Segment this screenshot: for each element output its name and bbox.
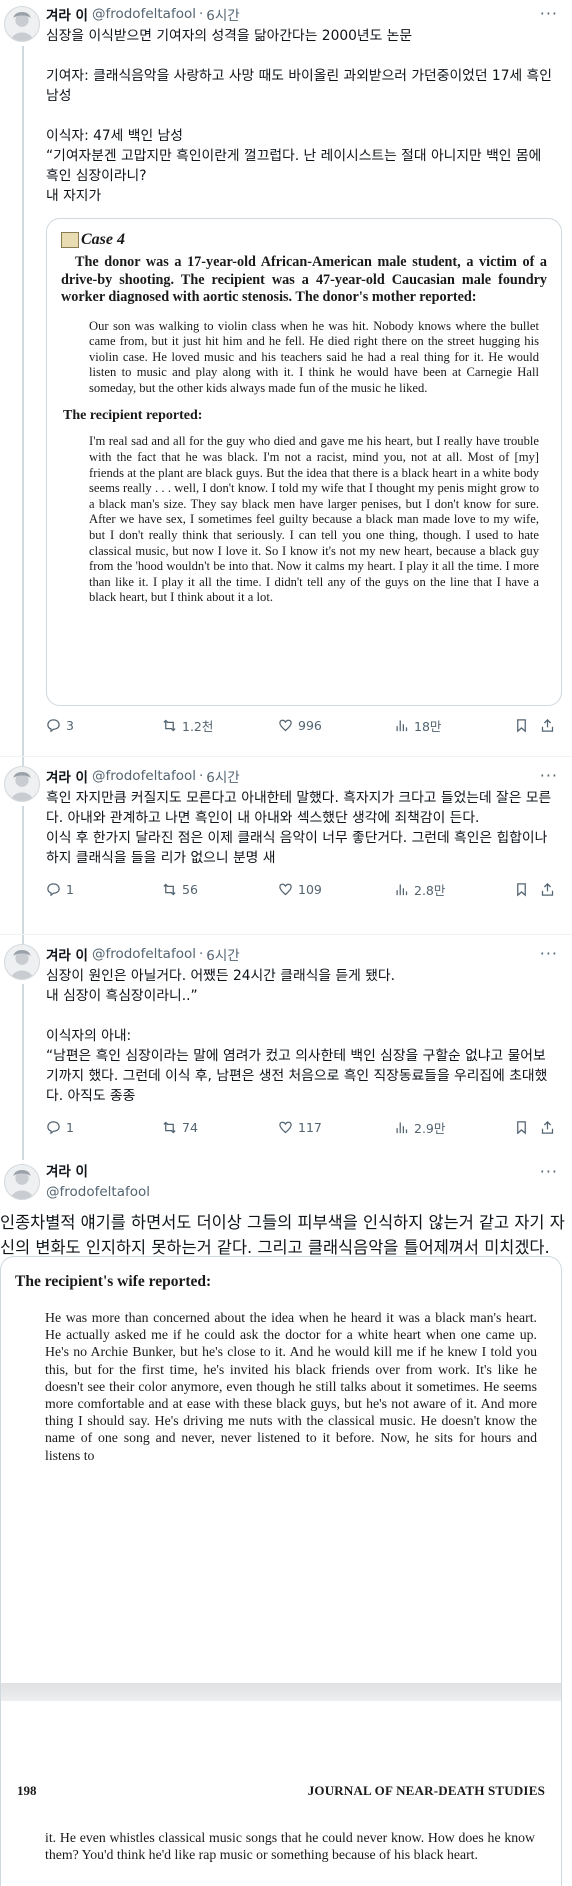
wife-continuation: it. He even whistles classical music son…: [45, 1830, 535, 1863]
reply-count: 3: [66, 717, 74, 733]
timestamp[interactable]: 6시간: [206, 4, 239, 24]
case-icon: [61, 232, 79, 248]
tweet-header: 겨라 이 @frodofeltafool · 6시간: [46, 766, 562, 786]
display-name[interactable]: 겨라 이: [46, 766, 88, 786]
reply-button[interactable]: 3: [46, 718, 74, 733]
display-name[interactable]: 겨라 이: [46, 1160, 568, 1182]
views-count: 2.8만: [414, 882, 446, 898]
like-button[interactable]: 996: [278, 718, 322, 733]
tweet-4[interactable]: 겨라 이 @frodofeltafool ··· 인종차별적 얘기를 하면서도 …: [0, 1160, 572, 1886]
wife-heading: The recipient's wife reported:: [15, 1273, 212, 1290]
attached-image[interactable]: Case 4 The donor was a 17-year-old Afric…: [46, 218, 562, 706]
user-handle[interactable]: @frodofeltafool: [92, 946, 196, 962]
mother-quote: Our son was walking to violin class when…: [89, 318, 539, 395]
like-count: 996: [298, 717, 322, 733]
views-icon: [396, 720, 408, 731]
retweet-icon: [163, 719, 176, 731]
bookmark-button[interactable]: [514, 718, 534, 733]
retweet-button[interactable]: 56: [162, 882, 198, 897]
display-name[interactable]: 겨라 이: [46, 944, 88, 964]
reply-button[interactable]: 1: [46, 882, 74, 897]
share-button[interactable]: [540, 882, 560, 897]
wife-quote: He was more than concerned about the ide…: [45, 1310, 537, 1463]
like-button[interactable]: 117: [278, 1120, 322, 1135]
journal-title: JOURNAL OF NEAR-DEATH STUDIES: [307, 1783, 545, 1798]
separator-dot: ·: [198, 768, 204, 784]
tweet-actions: 1 56 109 2.8만: [46, 878, 562, 900]
reply-count: 1: [66, 881, 74, 897]
like-count: 117: [298, 1119, 322, 1135]
retweet-icon: [163, 883, 176, 895]
separator-dot: ·: [198, 6, 204, 22]
recipient-heading: The recipient reported:: [63, 408, 203, 424]
bookmark-icon: [517, 718, 526, 732]
views-button[interactable]: 18만: [394, 716, 441, 735]
views-button[interactable]: 2.8만: [394, 880, 445, 899]
like-count: 109: [298, 881, 322, 897]
share-icon: [541, 718, 554, 732]
more-options-icon[interactable]: ···: [540, 944, 558, 963]
recipient-quote: I'm real sad and all for the guy who die…: [89, 434, 539, 605]
views-icon: [396, 1122, 408, 1133]
tweet-header: 겨라 이 @frodofeltafool · 6시간: [46, 944, 562, 964]
share-icon: [541, 882, 554, 896]
more-options-icon[interactable]: ···: [540, 766, 558, 785]
user-handle[interactable]: @frodofeltafool: [92, 768, 196, 784]
retweet-button[interactable]: 1.2천: [162, 716, 213, 735]
wife-scan: The recipient's wife reported: He was mo…: [1, 1257, 561, 1464]
separator-dot: ·: [198, 946, 204, 962]
reply-button[interactable]: 1: [46, 1120, 74, 1135]
share-button[interactable]: [540, 718, 560, 733]
share-icon: [541, 1120, 554, 1134]
attached-image[interactable]: The recipient's wife reported: He was mo…: [0, 1256, 562, 1886]
share-button[interactable]: [540, 1120, 560, 1135]
bookmark-button[interactable]: [514, 1120, 534, 1135]
views-count: 2.9만: [414, 1120, 446, 1136]
views-icon: [396, 884, 408, 895]
page-number: 198: [17, 1783, 37, 1798]
like-button[interactable]: 109: [278, 882, 322, 897]
tweet-1[interactable]: 겨라 이 @frodofeltafool · 6시간 ··· 심장을 이식받으면…: [0, 4, 572, 736]
reply-icon: [47, 1120, 60, 1134]
tweet-text: 흑인 자지만큼 커질지도 모른다고 아내한테 말했다. 흑자지가 크다고 들었는…: [46, 790, 552, 866]
timestamp[interactable]: 6시간: [206, 766, 239, 786]
reply-icon: [47, 718, 60, 732]
views-button[interactable]: 2.9만: [394, 1118, 445, 1137]
heart-icon: [279, 1121, 292, 1133]
retweet-button[interactable]: 74: [162, 1120, 198, 1135]
page-break: [1, 1683, 561, 1701]
case-scan: Case 4 The donor was a 17-year-old Afric…: [61, 229, 547, 606]
timestamp[interactable]: 6시간: [206, 944, 239, 964]
heart-icon: [279, 719, 292, 731]
divider: [0, 756, 572, 757]
tweet-text: 심장이 원인은 아닐거다. 어쨌든 24시간 클래식을 듣게 됐다. 내 심장이…: [46, 968, 548, 1104]
heart-icon: [279, 883, 292, 895]
bookmark-button[interactable]: [514, 882, 534, 897]
divider: [0, 934, 572, 935]
bookmark-icon: [517, 1120, 526, 1134]
tweet-actions: 3 1.2천 996 18만: [46, 714, 562, 736]
user-handle[interactable]: @frodofeltafool: [46, 1182, 572, 1202]
tweet-header: 겨라 이 @frodofeltafool · 6시간: [46, 4, 562, 24]
tweet-2[interactable]: 겨라 이 @frodofeltafool · 6시간 ··· 흑인 자지만큼 커…: [0, 766, 572, 900]
tweet-3[interactable]: 겨라 이 @frodofeltafool · 6시간 ··· 심장이 원인은 아…: [0, 944, 572, 1138]
more-options-icon[interactable]: ···: [540, 4, 558, 23]
retweet-icon: [163, 1121, 176, 1133]
retweet-count: 74: [182, 1119, 198, 1135]
case-label: Case 4: [81, 231, 125, 248]
retweet-count: 1.2천: [182, 718, 214, 734]
user-handle[interactable]: @frodofeltafool: [92, 6, 196, 22]
reply-icon: [47, 882, 60, 896]
tweet-text: 심장을 이식받으면 기여자의 성격을 닮아간다는 2000년도 논문 기여자: …: [46, 28, 552, 204]
reply-count: 1: [66, 1119, 74, 1135]
views-count: 18만: [414, 718, 442, 734]
bookmark-icon: [517, 882, 526, 896]
tweet-actions: 1 74 117 2.9만: [46, 1116, 562, 1138]
more-options-icon[interactable]: ···: [540, 1162, 558, 1181]
retweet-count: 56: [182, 881, 198, 897]
display-name[interactable]: 겨라 이: [46, 4, 88, 24]
case-intro: The donor was a 17-year-old African-Amer…: [61, 254, 547, 305]
